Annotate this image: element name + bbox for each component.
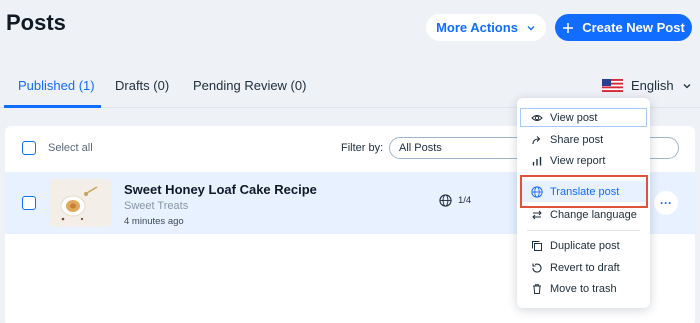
trash-icon: [533, 283, 541, 294]
menu-item-revert-to-draft[interactable]: Revert to draft: [517, 257, 650, 278]
select-all-label: Select all: [48, 142, 93, 154]
duplicate-icon: [532, 240, 542, 251]
menu-item-label: Move to trash: [550, 282, 617, 295]
menu-item-label: Change language: [550, 208, 637, 221]
post-title[interactable]: Sweet Honey Loaf Cake Recipe: [124, 182, 317, 197]
translation-count-label: 1/4: [458, 195, 472, 206]
us-flag-icon: [602, 79, 623, 92]
revert-icon: [532, 263, 542, 273]
translation-count: 1/4: [439, 194, 471, 207]
tab-pending-review[interactable]: Pending Review (0): [193, 78, 306, 93]
post-thumbnail: [49, 179, 111, 227]
plus-icon: [563, 22, 574, 33]
active-tab-indicator: [4, 105, 101, 108]
globe-icon: [439, 194, 452, 207]
eye-icon: [531, 114, 543, 121]
more-actions-button[interactable]: More Actions: [426, 14, 546, 41]
filter-label: Filter by:: [341, 142, 384, 154]
menu-item-label: View report: [550, 154, 606, 167]
create-new-post-button[interactable]: Create New Post: [555, 14, 692, 41]
menu-item-change-language[interactable]: Change language: [517, 204, 650, 225]
post-more-button[interactable]: ···: [654, 191, 678, 215]
page-title: Posts: [6, 10, 66, 35]
post-timestamp: 4 minutes ago: [124, 216, 184, 227]
menu-divider: [527, 175, 640, 176]
menu-item-duplicate-post[interactable]: Duplicate post: [517, 235, 650, 256]
menu-item-label: Duplicate post: [550, 239, 620, 252]
language-selector[interactable]: English: [602, 78, 692, 93]
more-actions-label: More Actions: [436, 20, 518, 35]
menu-item-label: Revert to draft: [550, 261, 620, 274]
menu-item-label: Translate post: [550, 185, 620, 198]
bar-chart-icon: [532, 156, 542, 165]
create-new-post-label: Create New Post: [582, 20, 685, 35]
menu-item-label: Share post: [550, 133, 604, 146]
row-checkbox[interactable]: [22, 196, 36, 210]
chevron-down-icon: [683, 83, 691, 88]
post-category: Sweet Treats: [124, 200, 189, 212]
language-label: English: [631, 78, 674, 93]
menu-item-move-to-trash[interactable]: Move to trash: [517, 278, 650, 299]
menu-divider: [527, 230, 640, 231]
select-all-checkbox[interactable]: [22, 141, 36, 155]
share-icon: [532, 135, 541, 144]
tab-drafts[interactable]: Drafts (0): [115, 78, 169, 93]
menu-item-translate-post[interactable]: Translate post: [521, 181, 646, 202]
tab-published[interactable]: Published (1): [18, 78, 95, 93]
chevron-down-icon: [527, 25, 535, 30]
ellipsis-icon: ···: [660, 196, 672, 210]
menu-item-view-report[interactable]: View report: [517, 150, 650, 171]
post-actions-menu: View post Share post View report Transla…: [517, 98, 650, 308]
menu-item-label: View post: [550, 111, 598, 124]
menu-item-view-post[interactable]: View post: [519, 107, 648, 128]
globe-icon: [531, 185, 543, 198]
menu-item-share-post[interactable]: Share post: [517, 129, 650, 150]
swap-icon: [532, 210, 542, 219]
